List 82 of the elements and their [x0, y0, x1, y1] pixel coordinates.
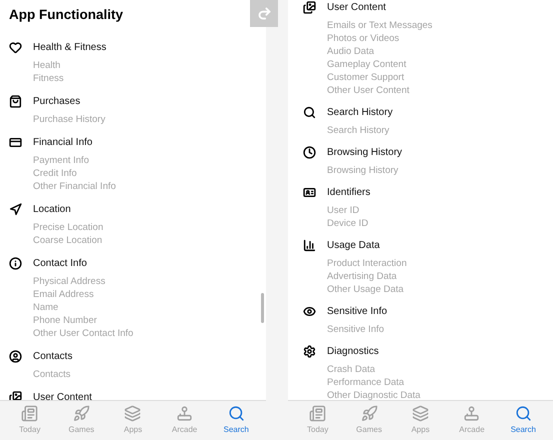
category-heading: User Content: [33, 391, 92, 400]
rocket-icon: [72, 405, 90, 422]
data-type-label: Health: [33, 59, 62, 72]
info-icon: [9, 257, 22, 270]
data-type-label: Email Address: [33, 288, 95, 302]
category-heading: Purchases: [33, 95, 80, 110]
tab[interactable]: Today: [294, 405, 341, 436]
data-type-label: Precise Location: [33, 221, 104, 234]
data-type-label: Emails or Text Messages: [327, 19, 434, 32]
share-arrow-icon: [256, 6, 272, 21]
category-heading: Location: [33, 203, 71, 218]
data-type-label: Other Usage Data: [327, 283, 405, 296]
gear-icon: [303, 345, 316, 358]
category-heading: Contacts: [33, 350, 72, 364]
heart-icon: [9, 41, 22, 54]
data-type-label: Physical Address: [33, 275, 106, 288]
data-type-label: Crash Data: [327, 363, 376, 376]
tab[interactable]: Today: [6, 405, 53, 436]
newspaper-icon: [309, 405, 326, 422]
location-arrow-icon: [9, 203, 22, 216]
bar-chart-icon: [303, 239, 316, 252]
category-heading: Identifiers: [327, 186, 370, 200]
clock-icon: [303, 146, 316, 159]
layers-icon: [412, 405, 429, 422]
data-type-label: Other User Contact Info: [33, 327, 134, 340]
category-heading: Health & Fitness: [33, 41, 106, 56]
rocket-icon: [360, 405, 378, 422]
tab[interactable]: Arcade: [448, 405, 495, 436]
search-icon: [514, 405, 532, 422]
tab[interactable]: Games: [346, 405, 392, 436]
category-heading: User Content: [327, 1, 386, 15]
data-type-label: Photos or Videos: [327, 32, 400, 45]
data-type-label: Other Diagnostic Data: [327, 389, 422, 400]
category-heading: Contact Info: [33, 257, 87, 272]
tab[interactable]: Apps: [397, 405, 444, 436]
person-icon: [9, 350, 22, 364]
joystick-icon: [463, 405, 480, 422]
data-type-label: Name: [33, 301, 60, 314]
data-type-label: Browsing History: [327, 164, 400, 177]
tab[interactable]: Search: [500, 405, 546, 436]
data-type-label: User ID: [327, 204, 360, 217]
tab[interactable]: Arcade: [162, 405, 208, 436]
data-type-label: Coarse Location: [33, 234, 104, 248]
category-heading: Browsing History: [327, 146, 402, 160]
joystick-icon: [176, 405, 194, 422]
data-type-label: Credit Info: [33, 167, 78, 180]
data-type-label: Performance Data: [327, 376, 406, 389]
id-card-icon: [303, 186, 316, 199]
data-type-label: Purchase History: [33, 113, 106, 126]
data-type-label: Audio Data: [327, 45, 376, 58]
data-type-label: Search History: [327, 124, 390, 137]
data-type-label: Phone Number: [33, 314, 98, 328]
data-type-label: Product Interaction: [327, 257, 408, 270]
data-type-label: Gameplay Content: [327, 58, 408, 71]
data-type-label: Fitness: [33, 72, 65, 86]
photos-icon: [303, 1, 316, 14]
eye-icon: [303, 305, 316, 318]
layers-icon: [124, 405, 142, 422]
tab[interactable]: Search: [213, 405, 260, 436]
category-heading: Diagnostics: [327, 345, 379, 359]
data-type-label: Sensitive Info: [327, 323, 386, 336]
tab[interactable]: Games: [58, 405, 104, 436]
data-type-label: Contacts: [33, 368, 72, 382]
scroll-indicator: [261, 293, 264, 323]
category-heading: Financial Info: [33, 136, 92, 150]
category-heading: Usage Data: [327, 239, 380, 253]
data-type-label: Other User Content: [327, 84, 410, 97]
data-type-label: Device ID: [327, 217, 370, 230]
data-type-label: Advertising Data: [327, 270, 398, 283]
page-title: App Functionality: [9, 6, 123, 24]
bag-icon: [9, 95, 22, 108]
newspaper-icon: [21, 405, 38, 422]
category-heading: Search History: [327, 106, 393, 120]
search-icon: [303, 106, 316, 119]
data-type-label: Payment Info: [33, 154, 90, 168]
data-type-label: Other Financial Info: [33, 180, 117, 194]
tab[interactable]: Apps: [110, 405, 156, 436]
data-type-label: Customer Support: [327, 71, 406, 84]
share-button[interactable]: [250, 0, 278, 27]
search-icon: [228, 405, 245, 422]
credit-card-icon: [9, 136, 22, 150]
category-heading: Sensitive Info: [327, 305, 388, 319]
